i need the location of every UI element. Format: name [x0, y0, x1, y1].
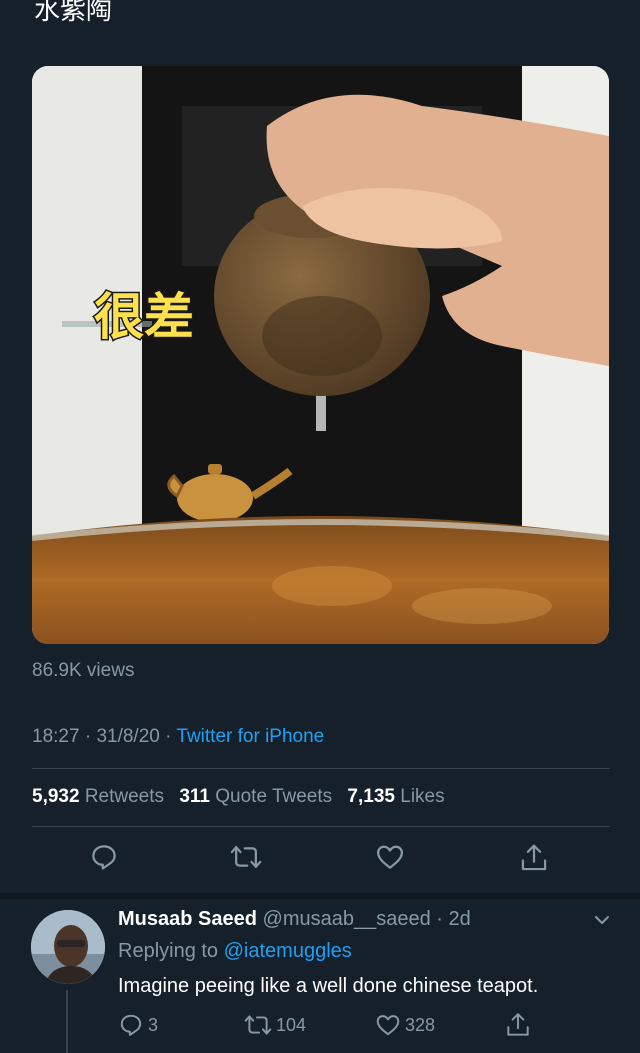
meta-dot: · — [430, 908, 449, 930]
video-caption: 很差 — [94, 288, 194, 346]
retweets-count: 5,932 — [32, 786, 80, 807]
heart-icon — [377, 845, 403, 869]
reply-button[interactable] — [89, 842, 119, 876]
likes-stat[interactable]: 7,135 Likes — [347, 786, 444, 807]
reply-header: Musaab Saeed @musaab__saeed · 2d — [118, 908, 471, 931]
reply-author-handle[interactable]: @musaab__saeed — [263, 908, 431, 930]
reply-retweet-button[interactable]: 104 — [244, 1012, 306, 1038]
tweet-time: 18:27 — [32, 726, 80, 747]
reply-retweet-count: 104 — [276, 1014, 307, 1035]
reply-action-bar: 3 104 328 — [0, 1012, 640, 1042]
reply-reply-button[interactable]: 3 — [118, 1012, 158, 1038]
view-count: 86.9K views — [32, 660, 135, 681]
reply-icon — [120, 1014, 142, 1036]
quotes-label: Quote Tweets — [215, 786, 333, 807]
divider — [32, 768, 610, 769]
replying-to-label: Replying to — [118, 940, 219, 962]
heart-icon — [376, 1015, 400, 1036]
section-separator — [0, 893, 640, 899]
divider — [32, 826, 610, 827]
share-button[interactable] — [519, 842, 549, 876]
tweet-action-bar — [0, 842, 640, 878]
avatar[interactable] — [31, 910, 105, 984]
tweet-client-link[interactable]: Twitter for iPhone — [176, 726, 324, 747]
retweets-stat[interactable]: 5,932 Retweets — [32, 786, 164, 807]
tweet-video[interactable]: 很差 — [32, 66, 609, 644]
retweet-button[interactable] — [230, 842, 262, 876]
tweet-stats: 5,932 Retweets 311 Quote Tweets 7,135 Li… — [32, 786, 445, 808]
reply-tweet[interactable]: Musaab Saeed @musaab__saeed · 2d Replyin… — [0, 900, 640, 1053]
reply-like-count: 328 — [405, 1014, 436, 1035]
partial-header-text: 水紫陶 — [34, 0, 113, 26]
likes-count: 7,135 — [347, 786, 395, 807]
quotes-count: 311 — [179, 786, 210, 807]
replying-to-mention[interactable]: @iatemuggles — [224, 940, 352, 962]
retweet-icon — [230, 846, 262, 868]
tweet-metadata: 18:27 · 31/8/20 · Twitter for iPhone — [32, 726, 324, 748]
reply-reply-count: 3 — [148, 1014, 159, 1035]
meta-dot: · — [84, 726, 92, 747]
meta-dot: · — [165, 726, 172, 747]
share-icon — [521, 844, 547, 871]
retweets-label: Retweets — [84, 786, 165, 807]
quote-tweets-stat[interactable]: 311 Quote Tweets — [179, 786, 332, 807]
tweet-date: 31/8/20 — [96, 726, 160, 747]
likes-label: Likes — [400, 786, 445, 807]
reply-author-name[interactable]: Musaab Saeed — [118, 908, 257, 930]
share-icon — [507, 1013, 529, 1036]
reply-like-button[interactable]: 328 — [375, 1012, 435, 1038]
reply-share-button[interactable] — [505, 1012, 531, 1038]
like-button[interactable] — [375, 842, 405, 876]
more-options-button[interactable] — [592, 912, 612, 928]
reply-icon — [92, 845, 116, 870]
reply-text: Imagine peeing like a well done chinese … — [118, 975, 539, 997]
replying-to: Replying to @iatemuggles — [118, 940, 352, 963]
retweet-icon — [244, 1015, 272, 1035]
chevron-down-icon — [595, 916, 609, 924]
video-frame-illustration: 很差 — [32, 66, 609, 644]
reply-time: 2d — [448, 908, 471, 930]
avatar-image — [31, 910, 105, 984]
